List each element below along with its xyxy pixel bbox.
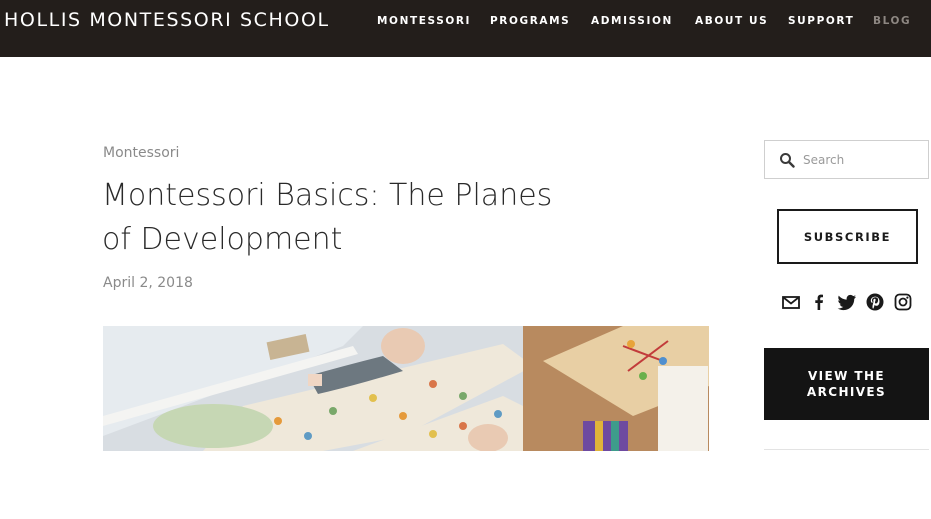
instagram-icon[interactable] <box>893 292 913 312</box>
search-box[interactable] <box>764 140 929 179</box>
archives-label-line2: ARCHIVES <box>806 385 887 399</box>
post-title: Montessori Basics: The Planes of Develop… <box>102 178 553 257</box>
post-category-link[interactable]: Montessori <box>103 145 179 161</box>
facebook-icon[interactable] <box>809 292 829 312</box>
nav-item-about-us[interactable]: ABOUT US <box>695 15 768 27</box>
nav-item-montessori[interactable]: MONTESSORI <box>377 15 471 27</box>
twitter-icon[interactable] <box>837 292 857 312</box>
view-archives-button[interactable]: VIEW THE ARCHIVES <box>764 348 929 420</box>
pinterest-icon[interactable] <box>865 292 885 312</box>
subscribe-button[interactable]: SUBSCRIBE <box>777 209 918 264</box>
nav-item-admission[interactable]: ADMISSION <box>591 15 673 27</box>
archives-label-line1: VIEW THE <box>808 369 885 383</box>
sidebar-divider <box>764 449 929 450</box>
nav-item-programs[interactable]: PROGRAMS <box>490 15 570 27</box>
site-header: HOLLIS MONTESSORI SCHOOL MONTESSORI PROG… <box>0 0 931 57</box>
search-icon <box>780 153 795 168</box>
search-input[interactable] <box>803 149 923 171</box>
hero-photo-illustration <box>103 326 709 451</box>
nav-item-support[interactable]: SUPPORT <box>788 15 854 27</box>
social-links <box>781 292 915 312</box>
mail-icon[interactable] <box>781 292 801 312</box>
post-date: April 2, 2018 <box>103 275 193 291</box>
site-logo[interactable]: HOLLIS MONTESSORI SCHOOL <box>4 9 330 31</box>
post-hero-image <box>103 326 709 451</box>
nav-item-blog[interactable]: BLOG <box>873 15 911 27</box>
